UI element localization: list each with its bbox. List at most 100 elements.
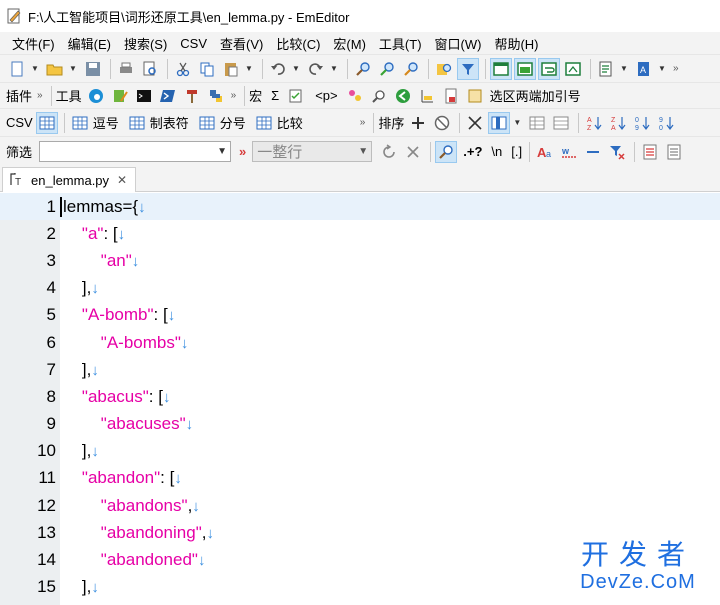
sort-z-a-icon[interactable]: ZA [607,112,629,134]
code-line[interactable]: 2 "a": [↓ [0,220,720,247]
quote-icon[interactable] [464,85,486,107]
code-line[interactable]: 9 "abacuses"↓ [0,411,720,438]
paste-icon[interactable] [220,58,242,80]
window-icon[interactable] [490,57,512,80]
powershell-icon[interactable] [157,85,179,107]
wrap-icon[interactable] [538,57,560,80]
select-text-icon[interactable] [416,85,438,107]
whole-word-icon[interactable]: w [558,141,580,163]
chevron-down-icon[interactable]: ▼ [214,146,230,157]
screen-icon[interactable] [562,58,584,80]
p-tag-button[interactable]: <p> [315,88,337,103]
no-entry-icon[interactable] [431,112,453,134]
csv-none-icon[interactable] [35,111,58,134]
document-list-icon[interactable] [595,58,617,80]
column-select-icon[interactable] [488,111,511,134]
newline-button[interactable]: \n [491,144,502,159]
code-line[interactable]: 10 ],↓ [0,438,720,465]
refresh-icon[interactable] [378,141,400,163]
toolbar-overflow-chevron-icon[interactable]: » [673,63,678,74]
code-line[interactable]: 3 "an"↓ [0,247,720,274]
open-folder-icon[interactable] [44,58,66,80]
document-lines-icon[interactable] [663,141,685,163]
select-both-ends-quote-button[interactable]: 选区两端加引号 [490,86,581,105]
sigma-button[interactable]: Σ [271,88,279,103]
code-line[interactable]: 6 "A-bombs"↓ [0,329,720,356]
menu-compare[interactable]: 比较(C) [276,34,320,53]
csv-comma-icon[interactable] [69,112,91,134]
menu-file[interactable]: 文件(F) [12,34,55,53]
code-line[interactable]: 7 ],↓ [0,356,720,383]
print-icon[interactable] [115,58,137,80]
line-icon[interactable] [582,141,604,163]
menu-tools[interactable]: 工具(T) [379,34,422,53]
filter-search-icon[interactable] [435,140,458,163]
csv-tab-label[interactable]: 制表符 [150,113,189,132]
toolbar-overflow-chevron-icon[interactable]: » [360,117,365,128]
menu-view[interactable]: 查看(V) [220,34,263,53]
chevron-down-icon[interactable]: ▼ [512,118,522,127]
document-red-icon[interactable] [440,85,462,107]
toolbar-overflow-chevron-icon[interactable]: » [37,90,42,101]
code-line[interactable]: 12 "abandons",↓ [0,492,720,519]
tab-en-lemma[interactable]: T en_lemma.py ✕ [2,167,136,192]
tool-hammer-icon[interactable] [181,85,203,107]
chevron-down-icon[interactable]: ▼ [355,146,371,157]
double-chevron-icon[interactable]: » [239,144,246,159]
chevron-down-icon[interactable]: ▼ [619,64,629,73]
print-preview-icon[interactable] [139,58,161,80]
csv-compare-label[interactable]: 比较 [277,113,303,132]
code-line[interactable]: 11 "abandon": [↓ [0,465,720,492]
menu-csv[interactable]: CSV [180,36,207,51]
toolbar-overflow-chevron-icon[interactable]: » [231,90,236,101]
filter-mode-select[interactable]: 一整行 ▼ [252,141,373,162]
chevron-down-icon[interactable]: ▼ [291,64,301,73]
table-grid-icon[interactable] [526,112,548,134]
csv-tab-icon[interactable] [126,112,148,134]
code-line[interactable]: 1 lemmas={↓ [0,193,720,221]
edge-browser-icon[interactable] [85,85,107,107]
menu-macro[interactable]: 宏(M) [333,34,366,53]
menu-search[interactable]: 搜索(S) [124,34,167,53]
chevron-down-icon[interactable]: ▼ [30,64,40,73]
chevron-down-icon[interactable]: ▼ [657,64,667,73]
python-icon[interactable] [205,85,227,107]
split-window-icon[interactable] [514,57,536,80]
bookmark-list-icon[interactable] [639,141,661,163]
save-icon[interactable] [82,58,104,80]
sort-0-9-icon[interactable]: 09 [631,112,653,134]
csv-semicolon-label[interactable]: 分号 [220,113,246,132]
code-line[interactable]: 5 "A-bomb": [↓ [0,302,720,329]
code-line[interactable]: 8 "abacus": [↓ [0,383,720,410]
sparkle-icon[interactable] [344,85,366,107]
code-line[interactable]: 4 ],↓ [0,275,720,302]
menu-help[interactable]: 帮助(H) [494,34,538,53]
clear-filter-funnel-icon[interactable] [606,141,628,163]
sort-9-0-icon[interactable]: 90 [655,112,677,134]
notepad-plugin-icon[interactable] [109,85,131,107]
undo-icon[interactable] [267,58,289,80]
chevron-down-icon[interactable]: ▼ [244,64,254,73]
tools-cross-icon[interactable] [464,112,486,134]
new-file-icon[interactable] [6,58,28,80]
csv-semicolon-icon[interactable] [196,112,218,134]
cut-icon[interactable] [172,58,194,80]
menu-edit[interactable]: 编辑(E) [68,34,111,53]
clear-filter-icon[interactable] [402,141,424,163]
find-previous-icon[interactable] [400,58,422,80]
encoding-icon[interactable]: A [633,58,655,80]
find-in-files-icon[interactable] [433,58,455,80]
sort-a-z-icon[interactable]: AZ [583,112,605,134]
find-icon[interactable] [352,58,374,80]
csv-compare-icon[interactable] [253,112,275,134]
back-arrow-icon[interactable] [392,85,414,107]
filter-toggle-icon[interactable] [457,57,479,80]
chevron-down-icon[interactable]: ▼ [68,64,78,73]
regex-button[interactable]: .+? [463,144,482,159]
copy-icon[interactable] [196,58,218,80]
csv-comma-label[interactable]: 逗号 [93,113,119,132]
close-icon[interactable]: ✕ [117,173,127,187]
redo-icon[interactable] [305,58,327,80]
find-replace-icon[interactable] [368,85,390,107]
brackets-button[interactable]: [.] [511,144,522,159]
